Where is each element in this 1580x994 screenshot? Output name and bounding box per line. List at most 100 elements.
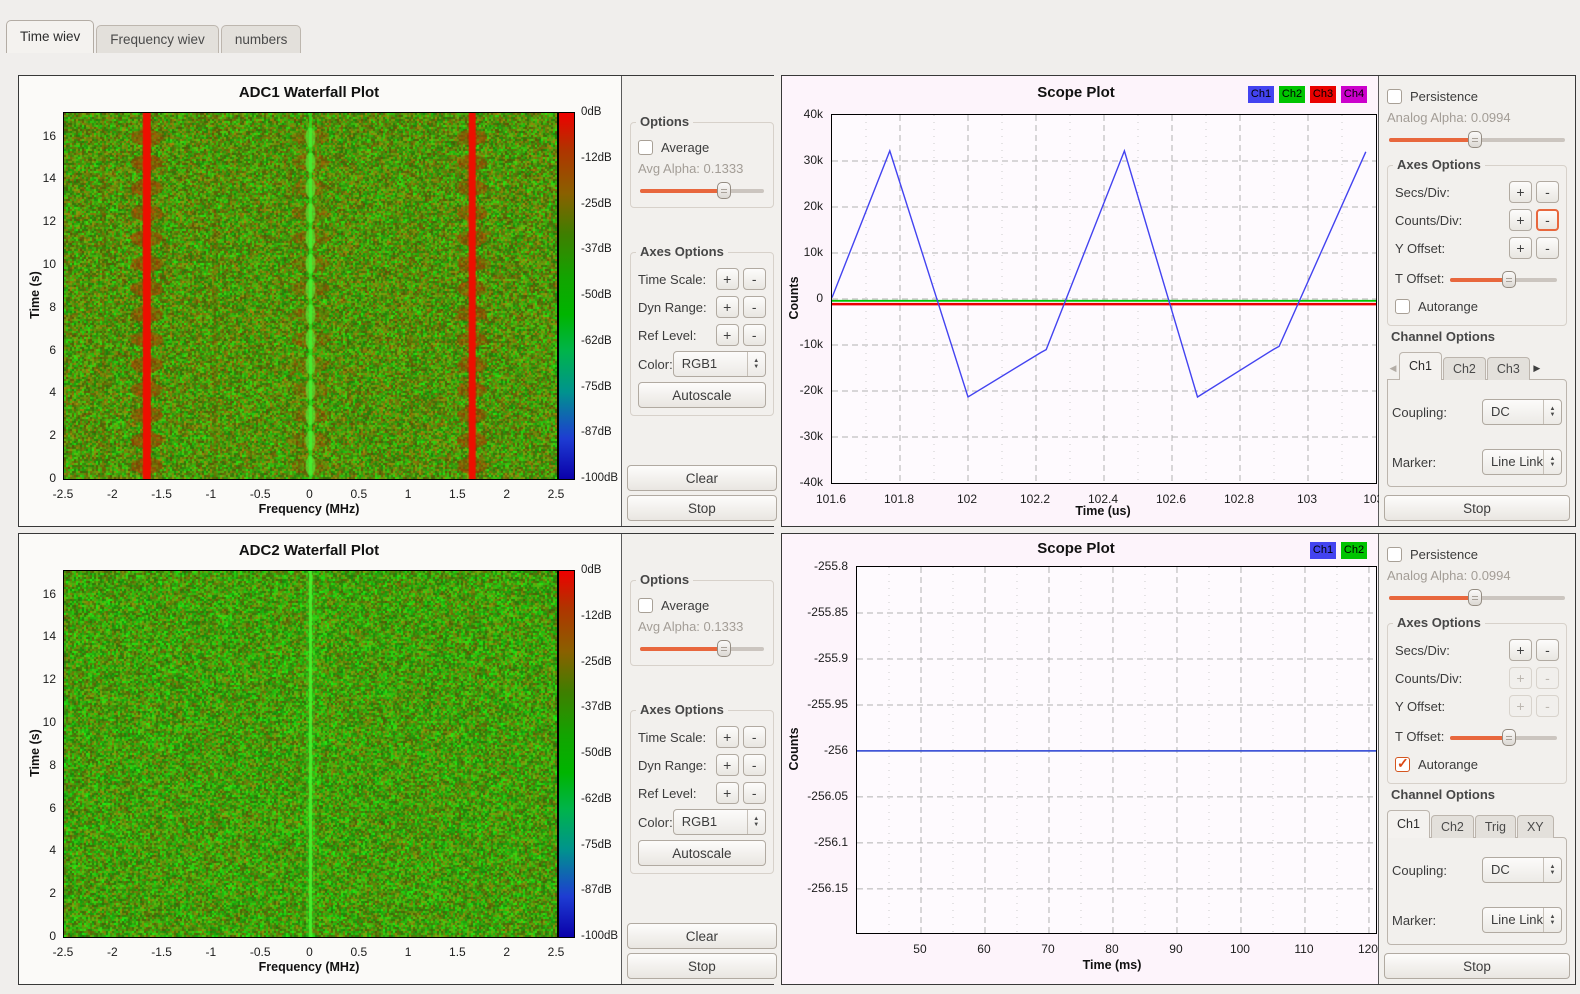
x-tick-label: 120: [1358, 942, 1378, 956]
tab-time-view[interactable]: Time wiev: [6, 20, 94, 53]
color-select[interactable]: RGB1 ▲▼: [673, 351, 766, 377]
counts-div-plus-button[interactable]: +: [1509, 209, 1532, 231]
counts-div-minus-button[interactable]: -: [1536, 209, 1559, 231]
ref-level-minus-button[interactable]: -: [743, 324, 766, 346]
spin-up-down-icon[interactable]: ▲▼: [747, 352, 765, 376]
autoscale-button[interactable]: Autoscale: [638, 840, 766, 866]
y-tick-label: 0: [49, 471, 56, 485]
tab-scroll-left-icon[interactable]: ◀: [1387, 363, 1399, 380]
persistence-checkbox[interactable]: [1387, 89, 1402, 104]
y-tick-label: 20k: [804, 199, 823, 213]
dyn-range-minus-button[interactable]: -: [743, 296, 766, 318]
legend-chip-ch1[interactable]: Ch1: [1248, 86, 1274, 103]
t-offset-slider[interactable]: [1450, 728, 1557, 747]
options-group-title: Options: [636, 114, 693, 129]
autorange-checkbox[interactable]: [1395, 757, 1410, 772]
coupling-select[interactable]: DC ▲▼: [1482, 399, 1562, 425]
x-tick-label: 0.5: [350, 487, 367, 501]
slider-handle[interactable]: [717, 640, 731, 657]
analog-alpha-slider[interactable]: [1389, 588, 1565, 607]
channel-tab-ch1[interactable]: Ch1: [1387, 810, 1430, 838]
wf1-image[interactable]: [63, 112, 558, 480]
channel-tab-ch2[interactable]: Ch2: [1431, 815, 1474, 838]
ref-level-plus-button[interactable]: +: [716, 782, 739, 804]
y-tick-label: -255.85: [807, 605, 848, 619]
y-offset-minus-button[interactable]: -: [1536, 237, 1559, 259]
spin-up-down-icon[interactable]: ▲▼: [1543, 450, 1561, 474]
dyn-range-plus-button[interactable]: +: [716, 754, 739, 776]
secs-div-plus-button[interactable]: +: [1509, 639, 1532, 661]
analog-alpha-slider[interactable]: [1389, 130, 1565, 149]
x-tick-label: 101.8: [884, 492, 914, 506]
y-axis-title: Time (s): [28, 271, 42, 319]
clear-button[interactable]: Clear: [627, 923, 777, 949]
adc1-waterfall-plot[interactable]: ADC1 Waterfall Plot Time (s) Frequency (…: [19, 76, 621, 526]
secs-div-minus-button[interactable]: -: [1536, 181, 1559, 203]
channel-tab-ch2[interactable]: Ch2: [1443, 357, 1486, 380]
scope2-plot[interactable]: Scope Plot Counts Time (ms) 506070809010…: [782, 534, 1378, 984]
slider-handle[interactable]: [1468, 589, 1482, 606]
x-tick-label: 60: [977, 942, 990, 956]
y-tick-label: 16: [43, 587, 56, 601]
scope1-canvas[interactable]: [831, 114, 1377, 484]
color-select[interactable]: RGB1 ▲▼: [673, 809, 766, 835]
stop-button[interactable]: Stop: [627, 495, 777, 521]
tab-numbers[interactable]: numbers: [221, 25, 302, 53]
marker-select[interactable]: Line Link ▲▼: [1482, 449, 1562, 475]
spin-up-down-icon[interactable]: ▲▼: [1543, 908, 1561, 932]
channel-tab-ch3[interactable]: Ch3: [1487, 357, 1530, 380]
stop-button[interactable]: Stop: [1384, 495, 1570, 521]
persistence-checkbox[interactable]: [1387, 547, 1402, 562]
wf2-image[interactable]: [63, 570, 558, 938]
x-tick-label: 0.5: [350, 945, 367, 959]
legend-chip-ch4[interactable]: Ch4: [1341, 86, 1367, 103]
average-checkbox[interactable]: [638, 598, 653, 613]
legend-chip-ch1[interactable]: Ch1: [1310, 542, 1336, 559]
scope2-quadrant: Scope Plot Counts Time (ms) 506070809010…: [781, 533, 1576, 985]
avg-alpha-slider[interactable]: [640, 181, 764, 200]
tab-scroll-right-icon[interactable]: ▶: [1531, 363, 1543, 380]
clear-button[interactable]: Clear: [627, 465, 777, 491]
ref-level-minus-button[interactable]: -: [743, 782, 766, 804]
secs-div-plus-button[interactable]: +: [1509, 181, 1532, 203]
autorange-checkbox[interactable]: [1395, 299, 1410, 314]
time-scale-plus-button[interactable]: +: [716, 726, 739, 748]
scope2-canvas[interactable]: [856, 566, 1377, 934]
stop-button[interactable]: Stop: [627, 953, 777, 979]
spin-up-down-icon[interactable]: ▲▼: [1543, 858, 1561, 882]
dyn-range-plus-button[interactable]: +: [716, 296, 739, 318]
adc2-waterfall-plot[interactable]: ADC2 Waterfall Plot Time (s) Frequency (…: [19, 534, 621, 984]
slider-handle[interactable]: [1502, 729, 1516, 746]
time-scale-minus-button[interactable]: -: [743, 726, 766, 748]
spin-up-down-icon[interactable]: ▲▼: [747, 810, 765, 834]
legend-chip-ch2[interactable]: Ch2: [1341, 542, 1367, 559]
dyn-range-minus-button[interactable]: -: [743, 754, 766, 776]
slider-handle[interactable]: [1502, 271, 1516, 288]
legend-chip-ch2[interactable]: Ch2: [1279, 86, 1305, 103]
channel-tab-xy[interactable]: XY: [1517, 815, 1554, 838]
autoscale-button[interactable]: Autoscale: [638, 382, 766, 408]
coupling-select[interactable]: DC ▲▼: [1482, 857, 1562, 883]
slider-handle[interactable]: [1468, 131, 1482, 148]
tab-frequency-view[interactable]: Frequency wiev: [96, 25, 219, 53]
average-checkbox[interactable]: [638, 140, 653, 155]
avg-alpha-slider[interactable]: [640, 639, 764, 658]
legend-chip-ch3[interactable]: Ch3: [1310, 86, 1336, 103]
channel-tab-trig[interactable]: Trig: [1475, 815, 1516, 838]
y-offset-plus-button[interactable]: +: [1509, 237, 1532, 259]
time-scale-plus-button[interactable]: +: [716, 268, 739, 290]
t-offset-label: T Offset:: [1395, 729, 1444, 744]
secs-div-minus-button[interactable]: -: [1536, 639, 1559, 661]
channel-tab-ch1[interactable]: Ch1: [1399, 352, 1442, 380]
time-scale-minus-button[interactable]: -: [743, 268, 766, 290]
spin-up-down-icon[interactable]: ▲▼: [1543, 400, 1561, 424]
autorange-label: Autorange: [1418, 757, 1478, 772]
y-tick-label: -255.9: [814, 651, 848, 665]
scope1-plot[interactable]: Scope Plot Counts Time (us) 101.6101.810…: [782, 76, 1378, 526]
t-offset-slider[interactable]: [1450, 270, 1557, 289]
slider-handle[interactable]: [717, 182, 731, 199]
stop-button[interactable]: Stop: [1384, 953, 1570, 979]
ref-level-plus-button[interactable]: +: [716, 324, 739, 346]
x-tick-label: -1: [206, 487, 217, 501]
marker-select[interactable]: Line Link ▲▼: [1482, 907, 1562, 933]
